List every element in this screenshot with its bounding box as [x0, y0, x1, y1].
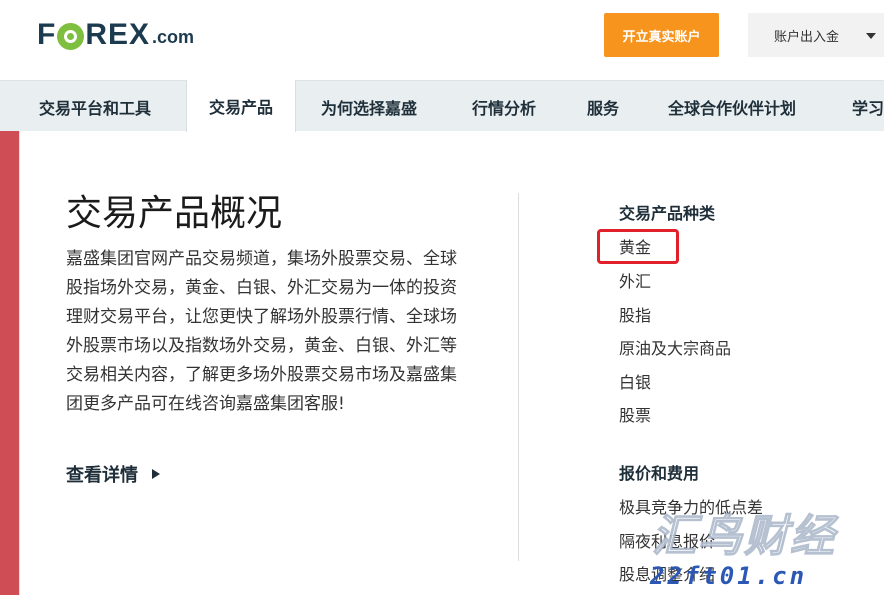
open-live-account-button[interactable]: 开立真实账户: [604, 13, 719, 57]
logo-circle-icon: [57, 22, 85, 50]
gold-highlight-annotation: [597, 229, 679, 264]
nav-item-why-us[interactable]: 为何选择嘉盛: [321, 81, 417, 132]
nav-item-products[interactable]: 交易产品: [186, 80, 296, 132]
view-details-link[interactable]: 查看详情: [66, 461, 160, 487]
nav-item-analysis[interactable]: 行情分析: [472, 81, 536, 132]
arrow-right-icon: [152, 469, 160, 479]
account-funding-menu[interactable]: 账户出入金: [748, 13, 884, 57]
logo-text-left: F: [37, 18, 57, 51]
product-link-commodities[interactable]: 原油及大宗商品: [619, 335, 731, 359]
page-title: 交易产品概况: [66, 193, 283, 234]
logo-text-right: REX: [85, 18, 151, 51]
content-border: [19, 131, 20, 595]
caret-down-icon: [866, 33, 876, 39]
watermark-url: 22ft01.cn: [650, 562, 808, 590]
nav-item-partners[interactable]: 全球合作伙伴计划: [668, 81, 796, 132]
product-link-forex[interactable]: 外汇: [619, 268, 651, 292]
main-nav: 交易平台和工具 交易产品 为何选择嘉盛 行情分析 服务 全球合作伙伴计划 学习: [0, 80, 884, 132]
logo-suffix: .com: [152, 27, 195, 47]
forex-logo[interactable]: F REX .com: [37, 16, 194, 52]
product-link-stocks[interactable]: 股票: [619, 402, 651, 426]
pricing-fees-heading: 报价和费用: [619, 464, 700, 483]
accent-stripe: [0, 131, 20, 595]
product-link-silver[interactable]: 白银: [619, 369, 651, 393]
watermark: 汇鸟财经 22ft01.cn: [640, 500, 884, 595]
product-link-indices[interactable]: 股指: [619, 302, 651, 326]
product-types-heading: 交易产品种类: [619, 204, 716, 223]
nav-item-learn[interactable]: 学习: [852, 81, 884, 132]
view-details-label: 查看详情: [66, 465, 138, 486]
nav-item-platforms[interactable]: 交易平台和工具: [39, 81, 151, 132]
nav-item-services[interactable]: 服务: [587, 81, 619, 132]
header: F REX .com 开立真实账户 账户出入金: [0, 0, 884, 80]
watermark-text: 汇鸟财经: [651, 510, 836, 562]
logo-wordmark: F REX: [37, 18, 150, 52]
page-description: 嘉盛集团官网产品交易频道，集场外股票交易、全球股指场外交易，黄金、白银、外汇交易…: [66, 249, 457, 414]
account-funding-label: 账户出入金: [774, 29, 840, 45]
column-divider: [518, 193, 519, 561]
